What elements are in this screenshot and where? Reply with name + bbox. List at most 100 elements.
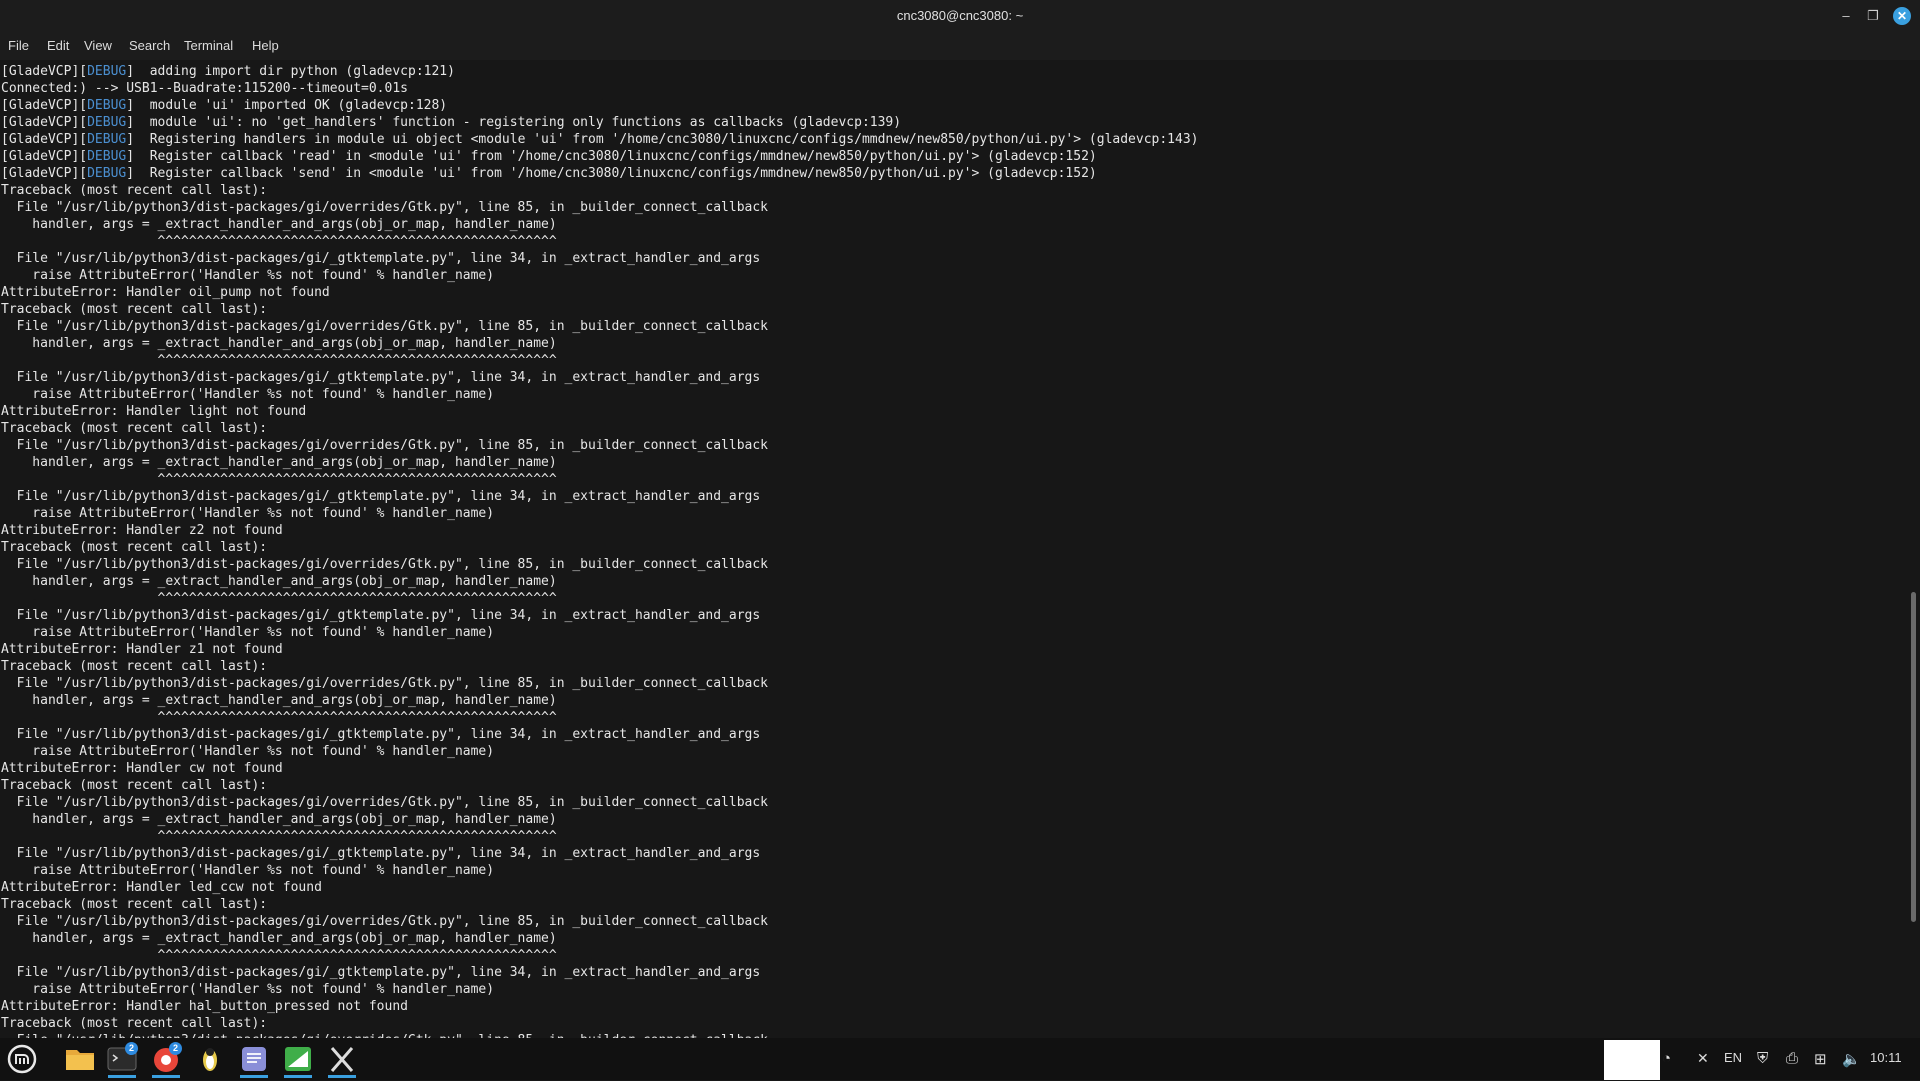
terminal-line: raise AttributeError('Handler %s not fou… [1, 624, 1199, 641]
terminal-line: Traceback (most recent call last): [1, 1015, 1199, 1032]
terminal-line-text: Traceback (most recent call last): [1, 778, 268, 793]
close-button[interactable]: ✕ [1893, 7, 1911, 25]
x-app-icon[interactable] [324, 1042, 360, 1078]
menu-edit[interactable]: Edit [47, 38, 69, 53]
terminal-line-text: [GladeVCP][ [1, 166, 88, 181]
terminal-line: File "/usr/lib/python3/dist-packages/gi/… [1, 675, 1199, 692]
terminal-line: Traceback (most recent call last): [1, 777, 1199, 794]
clock[interactable]: 10:11 [1870, 1050, 1902, 1065]
shield-icon[interactable]: ⛨ [1757, 1050, 1768, 1067]
scrollbar[interactable] [1906, 60, 1920, 1038]
keyboard-layout[interactable]: EN [1724, 1050, 1742, 1065]
terminal-line: ^^^^^^^^^^^^^^^^^^^^^^^^^^^^^^^^^^^^^^^^… [1, 352, 1199, 369]
terminal-line-text: Traceback (most recent call last): [1, 659, 268, 674]
terminal-line-text: ^^^^^^^^^^^^^^^^^^^^^^^^^^^^^^^^^^^^^^^^… [1, 948, 557, 963]
terminal-line-text: ^^^^^^^^^^^^^^^^^^^^^^^^^^^^^^^^^^^^^^^^… [1, 710, 557, 725]
terminal-line-text: Traceback (most recent call last): [1, 183, 268, 198]
system-monitor-icon[interactable] [280, 1042, 316, 1078]
network-icon[interactable]: ⊞ [1814, 1050, 1827, 1068]
terminal-lines: [GladeVCP][DEBUG] adding import dir pyth… [1, 63, 1199, 1038]
terminal-line-text: File "/usr/lib/python3/dist-packages/gi/… [1, 608, 761, 623]
terminal-line-text: File "/usr/lib/python3/dist-packages/gi/… [1, 200, 769, 215]
terminal-line: handler, args = _extract_handler_and_arg… [1, 811, 1199, 828]
terminal-line-text: File "/usr/lib/python3/dist-packages/gi/… [1, 438, 769, 453]
menu-search[interactable]: Search [129, 38, 170, 53]
terminal-icon[interactable]: 2 [104, 1042, 140, 1078]
terminal-line: Traceback (most recent call last): [1, 658, 1199, 675]
terminal-badge: 2 [125, 1042, 138, 1055]
terminal-line: AttributeError: Handler hal_button_press… [1, 998, 1199, 1015]
menu-view[interactable]: View [84, 38, 112, 53]
volume-icon[interactable]: 🔈 [1842, 1050, 1861, 1068]
debug-tag: DEBUG [87, 166, 127, 181]
terminal-line: Traceback (most recent call last): [1, 301, 1199, 318]
debug-tag: DEBUG [87, 115, 127, 130]
terminal-line-text: raise AttributeError('Handler %s not fou… [1, 506, 495, 521]
debug-tag: DEBUG [87, 64, 127, 79]
terminal-line: handler, args = _extract_handler_and_arg… [1, 573, 1199, 590]
terminal-line-text: AttributeError: Handler hal_button_press… [1, 999, 408, 1014]
terminal-line: handler, args = _extract_handler_and_arg… [1, 692, 1199, 709]
terminal-line-text: AttributeError: Handler oil_pump not fou… [1, 285, 330, 300]
terminal-line-text: raise AttributeError('Handler %s not fou… [1, 863, 495, 878]
terminal-line-text: [GladeVCP][ [1, 64, 88, 79]
menu-help[interactable]: Help [252, 38, 279, 53]
terminal-line-text: Traceback (most recent call last): [1, 302, 268, 317]
terminal-line: ^^^^^^^^^^^^^^^^^^^^^^^^^^^^^^^^^^^^^^^^… [1, 709, 1199, 726]
minimize-button[interactable]: – [1836, 6, 1856, 26]
browser-icon[interactable]: 2 [148, 1042, 184, 1078]
update-icon[interactable]: ◔ [1662, 1050, 1671, 1067]
debug-tag: DEBUG [87, 149, 127, 164]
blank-tray-area [1604, 1040, 1660, 1080]
terminal-line: [GladeVCP][DEBUG] module 'ui' imported O… [1, 97, 1199, 114]
terminal-line-text: handler, args = _extract_handler_and_arg… [1, 217, 557, 232]
maximize-button[interactable]: ❐ [1863, 6, 1883, 26]
terminal-line: AttributeError: Handler z2 not found [1, 522, 1199, 539]
printer-icon[interactable]: ⎙ [1786, 1050, 1798, 1067]
terminal-line-text: raise AttributeError('Handler %s not fou… [1, 625, 495, 640]
close-icon[interactable]: ✕ [1697, 1050, 1709, 1067]
scrollbar-thumb[interactable] [1911, 592, 1916, 922]
terminal-line-text: ^^^^^^^^^^^^^^^^^^^^^^^^^^^^^^^^^^^^^^^^… [1, 234, 557, 249]
terminal-line: raise AttributeError('Handler %s not fou… [1, 505, 1199, 522]
files-icon[interactable] [62, 1042, 98, 1076]
linuxcnc-icon[interactable] [192, 1042, 228, 1076]
terminal-line: raise AttributeError('Handler %s not fou… [1, 267, 1199, 284]
debug-tag: DEBUG [87, 132, 127, 147]
terminal-line: File "/usr/lib/python3/dist-packages/gi/… [1, 845, 1199, 862]
terminal-line: AttributeError: Handler z1 not found [1, 641, 1199, 658]
terminal-line-text: ^^^^^^^^^^^^^^^^^^^^^^^^^^^^^^^^^^^^^^^^… [1, 353, 557, 368]
terminal-line-text: ] adding import dir python (gladevcp:121… [126, 64, 455, 79]
terminal-line-text: AttributeError: Handler light not found [1, 404, 307, 419]
terminal-line-text: raise AttributeError('Handler %s not fou… [1, 982, 495, 997]
terminal-line-text: File "/usr/lib/python3/dist-packages/gi/… [1, 795, 769, 810]
terminal-line-text: File "/usr/lib/python3/dist-packages/gi/… [1, 251, 761, 266]
menu-icon[interactable] [4, 1042, 40, 1076]
text-editor-icon[interactable] [236, 1042, 272, 1078]
terminal-line: [GladeVCP][DEBUG] adding import dir pyth… [1, 63, 1199, 80]
terminal-line-text: handler, args = _extract_handler_and_arg… [1, 336, 557, 351]
menu-terminal[interactable]: Terminal [184, 38, 233, 53]
terminal-line: File "/usr/lib/python3/dist-packages/gi/… [1, 199, 1199, 216]
terminal-line-text: ] Registering handlers in module ui obje… [126, 132, 1199, 147]
terminal-line: File "/usr/lib/python3/dist-packages/gi/… [1, 250, 1199, 267]
terminal-line-text: Traceback (most recent call last): [1, 421, 268, 436]
terminal-line: File "/usr/lib/python3/dist-packages/gi/… [1, 318, 1199, 335]
terminal-line: AttributeError: Handler led_ccw not foun… [1, 879, 1199, 896]
terminal-line-text: raise AttributeError('Handler %s not fou… [1, 387, 495, 402]
terminal-line-text: [GladeVCP][ [1, 149, 88, 164]
menu-file[interactable]: File [8, 38, 29, 53]
terminal-line-text: File "/usr/lib/python3/dist-packages/gi/… [1, 319, 769, 334]
terminal-line-text: File "/usr/lib/python3/dist-packages/gi/… [1, 489, 761, 504]
terminal-line-text: File "/usr/lib/python3/dist-packages/gi/… [1, 965, 761, 980]
terminal-line: handler, args = _extract_handler_and_arg… [1, 216, 1199, 233]
terminal-line: File "/usr/lib/python3/dist-packages/gi/… [1, 556, 1199, 573]
terminal-output[interactable]: [GladeVCP][DEBUG] adding import dir pyth… [0, 60, 1906, 1038]
terminal-line: AttributeError: Handler oil_pump not fou… [1, 284, 1199, 301]
terminal-line: ^^^^^^^^^^^^^^^^^^^^^^^^^^^^^^^^^^^^^^^^… [1, 233, 1199, 250]
terminal-line-text: ] module 'ui' imported OK (gladevcp:128) [126, 98, 448, 113]
terminal-line-text: ^^^^^^^^^^^^^^^^^^^^^^^^^^^^^^^^^^^^^^^^… [1, 829, 557, 844]
terminal-line: File "/usr/lib/python3/dist-packages/gi/… [1, 437, 1199, 454]
terminal-line: Traceback (most recent call last): [1, 896, 1199, 913]
terminal-line: ^^^^^^^^^^^^^^^^^^^^^^^^^^^^^^^^^^^^^^^^… [1, 471, 1199, 488]
